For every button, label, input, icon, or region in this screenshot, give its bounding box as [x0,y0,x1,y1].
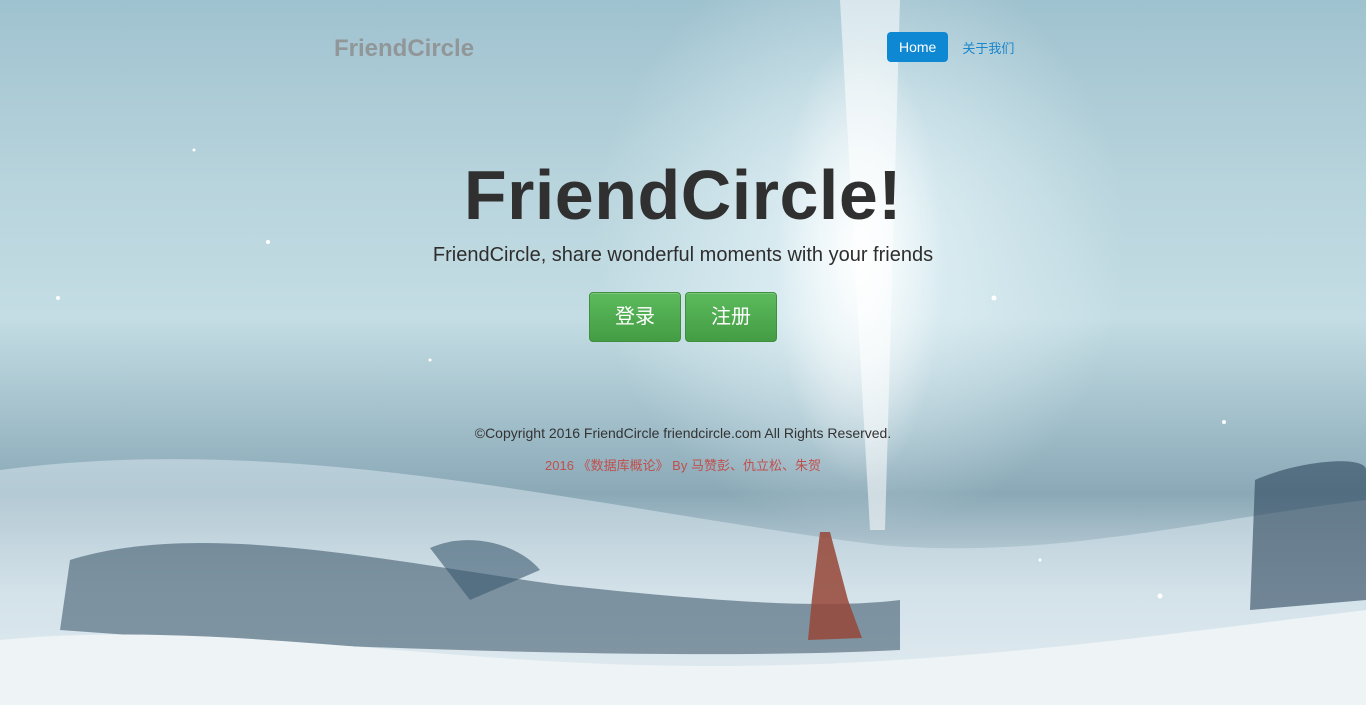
background-snow-scene [0,0,1366,705]
register-button[interactable]: 注册 [685,292,777,342]
top-nav: Home 关于我们 [887,32,1014,62]
credits-text: 2016 《数据库概论》 By 马赞彭、仇立松、朱贺 [545,458,821,473]
copyright-text: ©Copyright 2016 FriendCircle friendcircl… [474,425,892,441]
hero-title: FriendCircle! [463,156,903,234]
nav-home-button[interactable]: Home [887,32,949,62]
login-button[interactable]: 登录 [589,292,681,342]
hero-subtitle: FriendCircle, share wonderful moments wi… [432,244,934,266]
brand-logo[interactable]: FriendCircle [334,35,474,63]
landing-page: FriendCircle Home 关于我们 FriendCircle! Fri… [0,0,1366,705]
auth-buttons: 登录 注册 [589,292,781,342]
nav-about-link[interactable]: 关于我们 [962,38,1014,57]
